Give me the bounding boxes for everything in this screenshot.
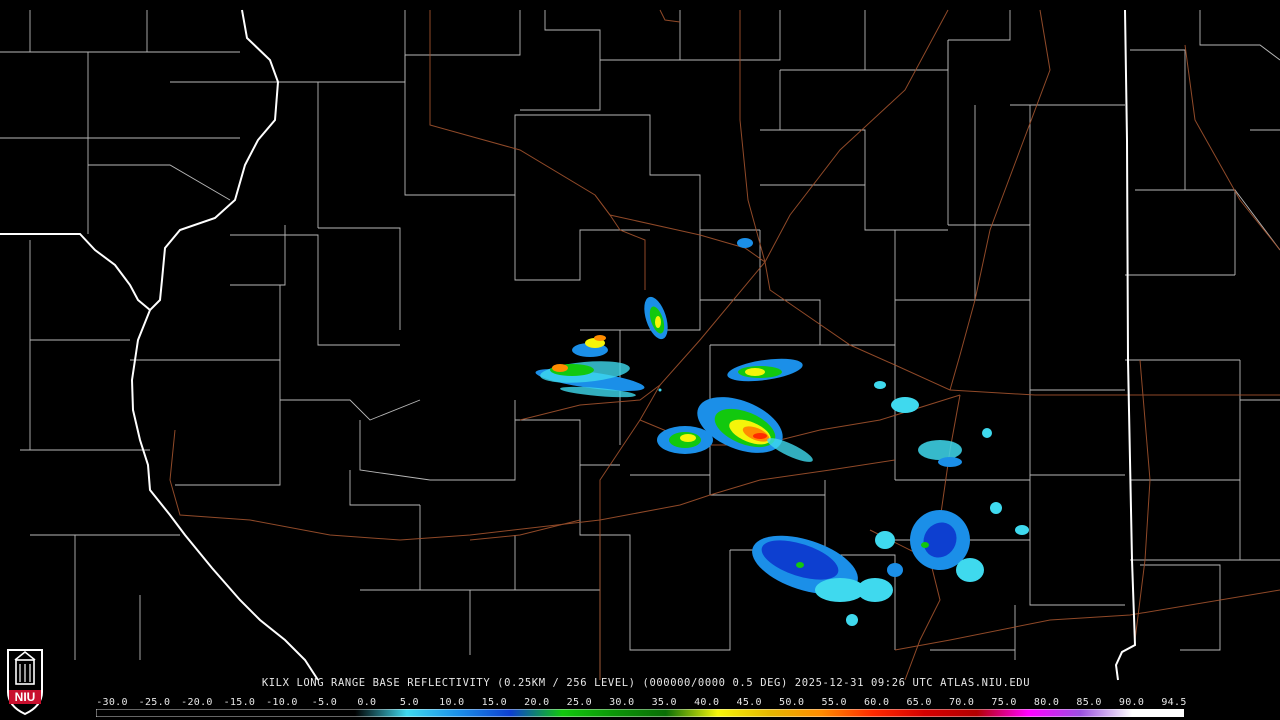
colorbar-label: 5.0 <box>399 697 419 708</box>
colorbar-label: 80.0 <box>1033 697 1060 708</box>
colorbar-label: 15.0 <box>481 697 507 708</box>
colorbar-label: -10.0 <box>266 697 298 708</box>
colorbar-label: 65.0 <box>906 697 932 708</box>
colorbar-label: 45.0 <box>736 697 762 708</box>
colorbar-label: 94.5 <box>1161 697 1187 708</box>
colorbar-label: 70.0 <box>948 697 975 708</box>
colorbar-label: 60.0 <box>863 697 890 708</box>
colorbar-label: 0.0 <box>357 697 377 708</box>
colorbar-labels: -30.0 -25.0 -20.0 -15.0 -10.0 -5.0 0.0 5.0 10.0 1… <box>0 697 1280 709</box>
radar-site-marker <box>658 388 662 392</box>
reflectivity-colorbar <box>96 709 1184 717</box>
colorbar-label: 55.0 <box>821 697 847 708</box>
colorbar-label: 50.0 <box>779 697 805 708</box>
colorbar-label: 10.0 <box>439 697 465 708</box>
colorbar-label: 25.0 <box>566 697 592 708</box>
colorbar-label: 35.0 <box>651 697 677 708</box>
colorbar-label: 30.0 <box>609 697 635 708</box>
colorbar-label: -15.0 <box>223 697 256 708</box>
colorbar-label: 40.0 <box>694 697 720 708</box>
colorbar-label: -25.0 <box>138 697 171 708</box>
colorbar-label: -5.0 <box>311 697 338 708</box>
colorbar-label: -30.0 <box>96 697 128 708</box>
colorbar-label: 20.0 <box>524 697 550 708</box>
colorbar-label: 90.0 <box>1118 697 1145 708</box>
colorbar-label: 85.0 <box>1076 697 1102 708</box>
colorbar-label: 75.0 <box>991 697 1017 708</box>
colorbar-label: -20.0 <box>181 697 213 708</box>
product-caption: KILX LONG RANGE BASE REFLECTIVITY (0.25K… <box>261 677 1031 689</box>
radar-map <box>0 0 1280 720</box>
